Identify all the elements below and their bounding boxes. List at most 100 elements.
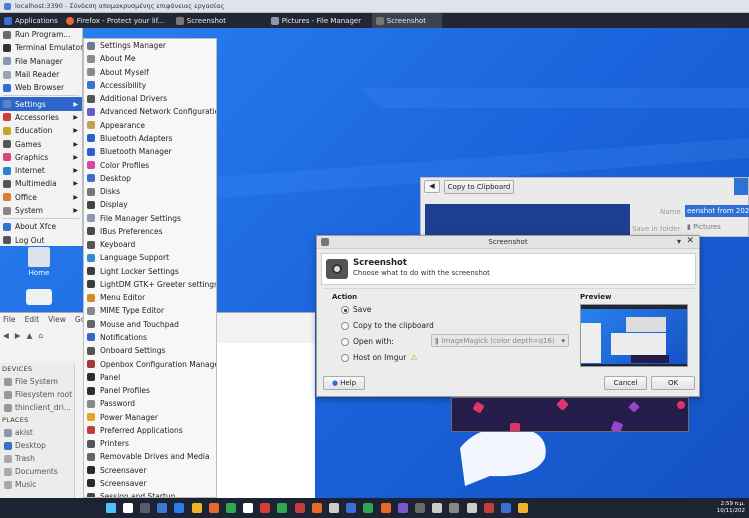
sidebar-item-trash[interactable]: Trash [0,452,74,465]
menu-item-graphics[interactable]: Graphics ▶ [0,151,82,164]
taskbar-app-icon[interactable] [139,503,150,513]
help-button[interactable]: ● Help [323,376,365,390]
settings-item-removable-drives-and-media[interactable]: Removable Drives and Media [84,450,216,463]
taskbar-app-icon[interactable] [363,503,374,513]
panel-task-file-manager[interactable]: Pictures - File Manager [267,13,372,28]
menu-file[interactable]: File [3,315,16,324]
menu-item-about-xfce[interactable]: About Xfce [0,220,82,233]
menu-item-terminal-emulator[interactable]: Terminal Emulator [0,41,83,54]
open-with-select[interactable]: ǁ ImageMagick (color depth=q16) ▾ [431,334,569,347]
save-radio[interactable] [341,305,349,314]
taskbar-app-icon[interactable] [414,503,425,513]
up-icon[interactable]: ▲ [27,331,33,340]
menu-item-mail-reader[interactable]: Mail Reader [0,68,82,81]
taskbar-app-icon[interactable] [449,503,460,513]
menu-item-log-out[interactable]: Log Out [0,233,82,246]
copy-radio[interactable] [341,321,349,330]
menu-item-web-browser[interactable]: Web Browser [0,81,82,94]
filename-input[interactable]: eenshot from 202 [685,205,749,217]
settings-item-settings-manager[interactable]: Settings Manager [84,39,216,52]
settings-item-additional-drivers[interactable]: Additional Drivers [84,92,216,105]
sidebar-item-file-system[interactable]: File System [0,375,74,388]
taskbar-app-icon[interactable] [346,503,357,513]
open-with-radio[interactable] [341,337,349,346]
menu-edit[interactable]: Edit [25,315,40,324]
taskbar-app-icon[interactable] [329,503,340,513]
settings-item-display[interactable]: Display [84,198,216,211]
minimize-icon[interactable]: ▾ [677,237,681,246]
settings-item-keyboard[interactable]: Keyboard [84,238,216,251]
settings-item-bluetooth-manager[interactable]: Bluetooth Manager [84,145,216,158]
back-icon[interactable]: ◀ [3,331,9,340]
settings-item-desktop[interactable]: Desktop [84,172,216,185]
taskbar-app-icon[interactable] [518,503,529,513]
panel-task-screenshot-active[interactable]: Screenshot [371,13,442,28]
option-save[interactable]: Save [341,305,371,314]
settings-item-notifications[interactable]: Notifications [84,331,216,344]
settings-item-bluetooth-adapters[interactable]: Bluetooth Adapters [84,132,216,145]
menu-item-internet[interactable]: Internet ▶ [0,164,82,177]
menu-item-multimedia[interactable]: Multimedia ▶ [0,177,82,190]
menu-item-education[interactable]: Education ▶ [0,124,82,137]
menu-item-file-manager[interactable]: File Manager [0,55,82,68]
desktop-home-icon[interactable]: Home [25,247,53,305]
menu-item-accessories[interactable]: Accessories ▶ [0,111,82,124]
sidebar-item-documents[interactable]: Documents [0,465,74,478]
option-open-with[interactable]: Open with: [341,337,394,346]
settings-item-preferred-applications[interactable]: Preferred Applications [84,424,216,437]
sidebar-item-filesystem-root[interactable]: Filesystem root [0,388,74,401]
applications-button[interactable]: Applications [0,13,62,28]
taskbar-app-icon[interactable] [483,503,494,513]
panel-task-screenshot[interactable]: Screenshot [172,13,267,28]
taskbar-app-icon[interactable] [277,503,288,513]
settings-item-advanced-network-configuration[interactable]: Advanced Network Configuration [84,105,216,118]
taskbar-app-icon[interactable] [225,503,236,513]
taskbar-app-icon[interactable] [380,503,391,513]
option-host-imgur[interactable]: Host on Imgur ⚠ [341,353,417,362]
taskbar-app-icon[interactable] [157,503,168,513]
settings-item-password[interactable]: Password [84,397,216,410]
folder-select[interactable]: ▮ Pictures [687,223,721,231]
cancel-button[interactable]: Cancel [604,376,647,390]
taskbar-app-icon[interactable] [260,503,271,513]
windows-start-icon[interactable] [105,503,116,513]
settings-item-language-support[interactable]: Language Support [84,251,216,264]
taskbar-app-icon[interactable] [432,503,443,513]
settings-item-panel[interactable]: Panel [84,371,216,384]
taskbar-app-icon[interactable] [500,503,511,513]
settings-item-appearance[interactable]: Appearance [84,119,216,132]
menu-item-office[interactable]: Office ▶ [0,191,82,204]
forward-icon[interactable]: ▶ [15,331,21,340]
taskbar-app-icon[interactable] [311,503,322,513]
settings-item-light-locker-settings[interactable]: Light Locker Settings [84,265,216,278]
sidebar-item-thinclient[interactable]: thinclient_dri... [0,401,74,414]
taskbar-app-icon[interactable] [243,503,254,513]
copy-to-clipboard-button[interactable]: Copy to Clipboard [444,180,514,194]
ok-button[interactable]: OK [651,376,695,390]
back-icon[interactable]: ◀ [424,180,440,193]
settings-item-color-profiles[interactable]: Color Profiles [84,158,216,171]
taskbar-app-icon[interactable] [294,503,305,513]
panel-task-firefox[interactable]: Firefox - Protect your lif... [62,13,172,28]
sidebar-item-akist[interactable]: akist [0,426,74,439]
settings-item-screensaver[interactable]: Screensaver [84,477,216,490]
taskbar-clock[interactable]: 2:59 π.μ. 10/11/202 [717,501,745,515]
taskbar-app-icon[interactable] [174,503,185,513]
settings-item-printers[interactable]: Printers [84,437,216,450]
taskbar-app-icon[interactable] [397,503,408,513]
settings-item-about-myself[interactable]: About Myself [84,66,216,79]
settings-item-accessibility[interactable]: Accessibility [84,79,216,92]
imgur-radio[interactable] [341,353,349,362]
settings-item-openbox-configuration-manager[interactable]: Openbox Configuration Manager [84,357,216,370]
settings-item-menu-editor[interactable]: Menu Editor [84,291,216,304]
settings-item-mouse-and-touchpad[interactable]: Mouse and Touchpad [84,318,216,331]
menu-item-system[interactable]: System ▶ [0,204,82,217]
home-icon[interactable]: ⌂ [38,331,43,340]
taskbar-app-icon[interactable] [208,503,219,513]
taskbar-app-icon[interactable] [191,503,202,513]
settings-item-file-manager-settings[interactable]: File Manager Settings [84,211,216,224]
sidebar-item-music[interactable]: Music [0,478,74,491]
settings-item-power-manager[interactable]: Power Manager [84,410,216,423]
settings-item-screensaver[interactable]: Screensaver [84,464,216,477]
settings-item-about-me[interactable]: About Me [84,52,216,65]
